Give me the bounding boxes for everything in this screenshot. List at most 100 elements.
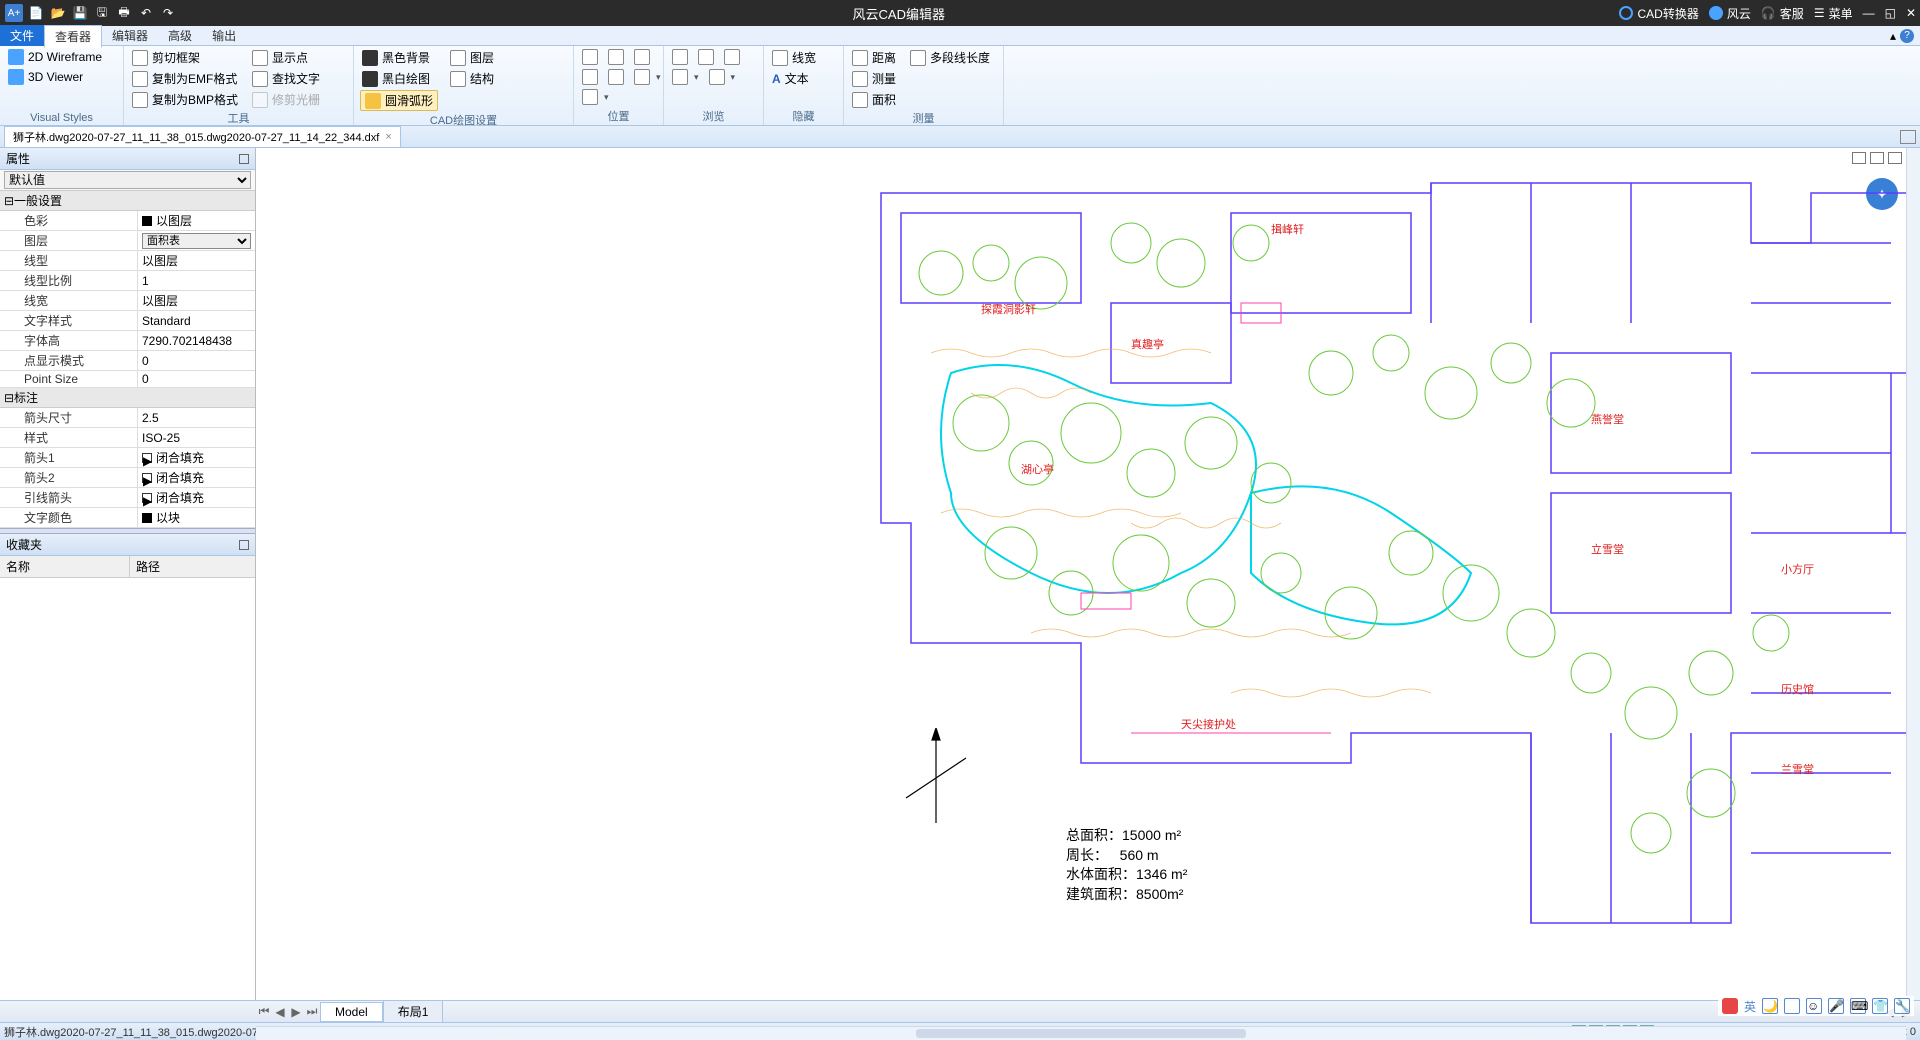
app-icon[interactable]: A+ xyxy=(4,3,24,23)
section-dimension[interactable]: ⊟标注 xyxy=(0,388,255,408)
canvas[interactable]: ✦ xyxy=(256,148,1920,1000)
btn-black-bg[interactable]: 黑色背景 xyxy=(360,48,438,67)
browse-icon-1[interactable] xyxy=(670,48,690,66)
prop-row-arrow2[interactable]: 箭头2▶闭合填充 xyxy=(0,468,255,488)
btn-polyline-length[interactable]: 多段线长度 xyxy=(908,48,992,67)
canvas-close-icon[interactable] xyxy=(1888,152,1902,164)
tab-nav-next[interactable]: ▶ xyxy=(288,1005,304,1019)
btn-structure[interactable]: 结构 xyxy=(448,69,496,88)
properties-category-select[interactable]: 默认值 xyxy=(4,171,251,189)
btn-distance[interactable]: 距离 xyxy=(850,48,898,67)
visual-3d-viewer[interactable]: 3D Viewer xyxy=(6,68,104,86)
section-general[interactable]: ⊟一般设置 xyxy=(0,191,255,211)
btn-hide-text[interactable]: A文本 xyxy=(770,69,818,88)
prop-row-ptmode[interactable]: 点显示模式0 xyxy=(0,351,255,371)
tab-layout1[interactable]: 布局1 xyxy=(383,1000,444,1023)
save-icon[interactable]: 💾 xyxy=(70,3,90,23)
btn-show-point[interactable]: 显示点 xyxy=(250,48,322,67)
prop-row-style[interactable]: 样式ISO-25 xyxy=(0,428,255,448)
tab-close-icon[interactable]: × xyxy=(385,131,391,143)
ime-keyboard-icon[interactable]: ⌨ xyxy=(1850,998,1866,1014)
print-icon[interactable]: 🖶 xyxy=(114,3,134,23)
prop-row-arrowsize[interactable]: 箭头尺寸2.5 xyxy=(0,408,255,428)
nav-icon-7[interactable]: ▾ xyxy=(580,88,611,106)
btn-area[interactable]: 面积 xyxy=(850,90,898,109)
prop-row-color[interactable]: 色彩以图层 xyxy=(0,211,255,231)
restore-window-icon[interactable] xyxy=(1900,130,1916,144)
tab-model[interactable]: Model xyxy=(320,1002,383,1022)
ime-punct-icon[interactable] xyxy=(1784,998,1800,1014)
nav-icon-6[interactable]: ▾ xyxy=(632,68,663,86)
ime-moon-icon[interactable]: 🌙 xyxy=(1762,998,1778,1014)
ime-lang[interactable]: 英 xyxy=(1744,998,1756,1014)
sogou-icon[interactable] xyxy=(1722,998,1738,1014)
prop-row-lineweight[interactable]: 线宽以图层 xyxy=(0,291,255,311)
redo-icon[interactable]: ↷ xyxy=(158,3,178,23)
tab-nav-last[interactable]: ⏭ xyxy=(304,1004,320,1019)
ribbon-help[interactable]: ▴? xyxy=(1884,29,1920,43)
document-tab[interactable]: 狮子林.dwg2020-07-27_11_11_38_015.dwg2020-0… xyxy=(4,126,401,147)
tab-output[interactable]: 输出 xyxy=(202,25,246,46)
ime-skin-icon[interactable]: 👕 xyxy=(1872,998,1888,1014)
horizontal-scrollbar[interactable] xyxy=(256,1026,1906,1040)
browse-icon-3[interactable] xyxy=(722,48,742,66)
tab-advanced[interactable]: 高级 xyxy=(158,25,202,46)
visual-2d-wireframe[interactable]: 2D Wireframe xyxy=(6,48,104,66)
group-label-browse: 浏览 xyxy=(670,107,757,125)
close-icon[interactable]: ✕ xyxy=(1906,6,1916,20)
btn-copy-bmp[interactable]: 复制为BMP格式 xyxy=(130,90,240,109)
nav-icon-1[interactable] xyxy=(580,48,600,66)
quick-access-toolbar: A+ 📄 📂 💾 🖫 🖶 ↶ ↷ xyxy=(4,3,178,23)
undo-icon[interactable]: ↶ xyxy=(136,3,156,23)
pin-icon[interactable] xyxy=(239,154,249,164)
tab-nav-prev[interactable]: ◀ xyxy=(272,1005,288,1019)
tab-viewer[interactable]: 查看器 xyxy=(44,25,102,48)
help-icon[interactable]: ? xyxy=(1900,29,1914,43)
cad-converter-link[interactable]: CAD转换器 xyxy=(1619,5,1698,22)
layer-select[interactable]: 面积表 xyxy=(142,233,251,249)
prop-row-ltscale[interactable]: 线型比例1 xyxy=(0,271,255,291)
prop-row-textheight[interactable]: 字体高7290.702148438 xyxy=(0,331,255,351)
browse-icon-2[interactable] xyxy=(696,48,716,66)
btn-copy-emf[interactable]: 复制为EMF格式 xyxy=(130,69,240,88)
prop-row-arrow1[interactable]: 箭头1▶闭合填充 xyxy=(0,448,255,468)
prop-row-textcolor[interactable]: 文字颜色以块 xyxy=(0,508,255,528)
brand-link[interactable]: 风云 xyxy=(1709,5,1751,22)
btn-bw-draw[interactable]: 黑白绘图 xyxy=(360,69,438,88)
tab-editor[interactable]: 编辑器 xyxy=(102,25,158,46)
pin-icon-fav[interactable] xyxy=(239,540,249,550)
browse-icon-4[interactable]: ▾ xyxy=(670,68,701,86)
nav-icon-5[interactable] xyxy=(606,68,626,86)
ime-tool-icon[interactable]: 🔧 xyxy=(1894,998,1910,1014)
ime-mic-icon[interactable]: 🎤 xyxy=(1828,998,1844,1014)
prop-row-linetype[interactable]: 线型以图层 xyxy=(0,251,255,271)
saveall-icon[interactable]: 🖫 xyxy=(92,3,112,23)
prop-row-layer[interactable]: 图层面积表 xyxy=(0,231,255,251)
prop-row-leader[interactable]: 引线箭头▶闭合填充 xyxy=(0,488,255,508)
btn-find-text[interactable]: 查找文字 xyxy=(250,69,322,88)
support-link[interactable]: 🎧客服 xyxy=(1761,5,1804,22)
tab-file[interactable]: 文件 xyxy=(0,25,44,46)
canvas-min-icon[interactable] xyxy=(1852,152,1866,164)
maximize-icon[interactable]: ◱ xyxy=(1885,6,1896,20)
canvas-restore-icon[interactable] xyxy=(1870,152,1884,164)
menu-link[interactable]: ☰菜单 xyxy=(1814,5,1853,22)
nav-icon-4[interactable] xyxy=(580,68,600,86)
browse-icon-5[interactable]: ▾ xyxy=(707,68,738,86)
nav-icon-2[interactable] xyxy=(606,48,626,66)
prop-row-textstyle[interactable]: 文字样式Standard xyxy=(0,311,255,331)
new-icon[interactable]: 📄 xyxy=(26,3,46,23)
btn-measure[interactable]: 测量 xyxy=(850,69,898,88)
prop-row-ptsize[interactable]: Point Size0 xyxy=(0,371,255,388)
nav-icon-3[interactable] xyxy=(632,48,652,66)
minimize-icon[interactable]: — xyxy=(1863,6,1875,20)
btn-clip-frame[interactable]: 剪切框架 xyxy=(130,48,240,67)
ime-emoji-icon[interactable]: ☺ xyxy=(1806,998,1822,1014)
btn-hide-linewidth[interactable]: 线宽 xyxy=(770,48,818,67)
open-icon[interactable]: 📂 xyxy=(48,3,68,23)
vertical-scrollbar[interactable] xyxy=(1906,148,1920,1000)
btn-smooth-arc[interactable]: 圆滑弧形 xyxy=(360,90,438,111)
tab-nav-first[interactable]: ⏮ xyxy=(256,1004,272,1019)
app-title: 风云CAD编辑器 xyxy=(178,4,1619,23)
btn-layer[interactable]: 图层 xyxy=(448,48,496,67)
